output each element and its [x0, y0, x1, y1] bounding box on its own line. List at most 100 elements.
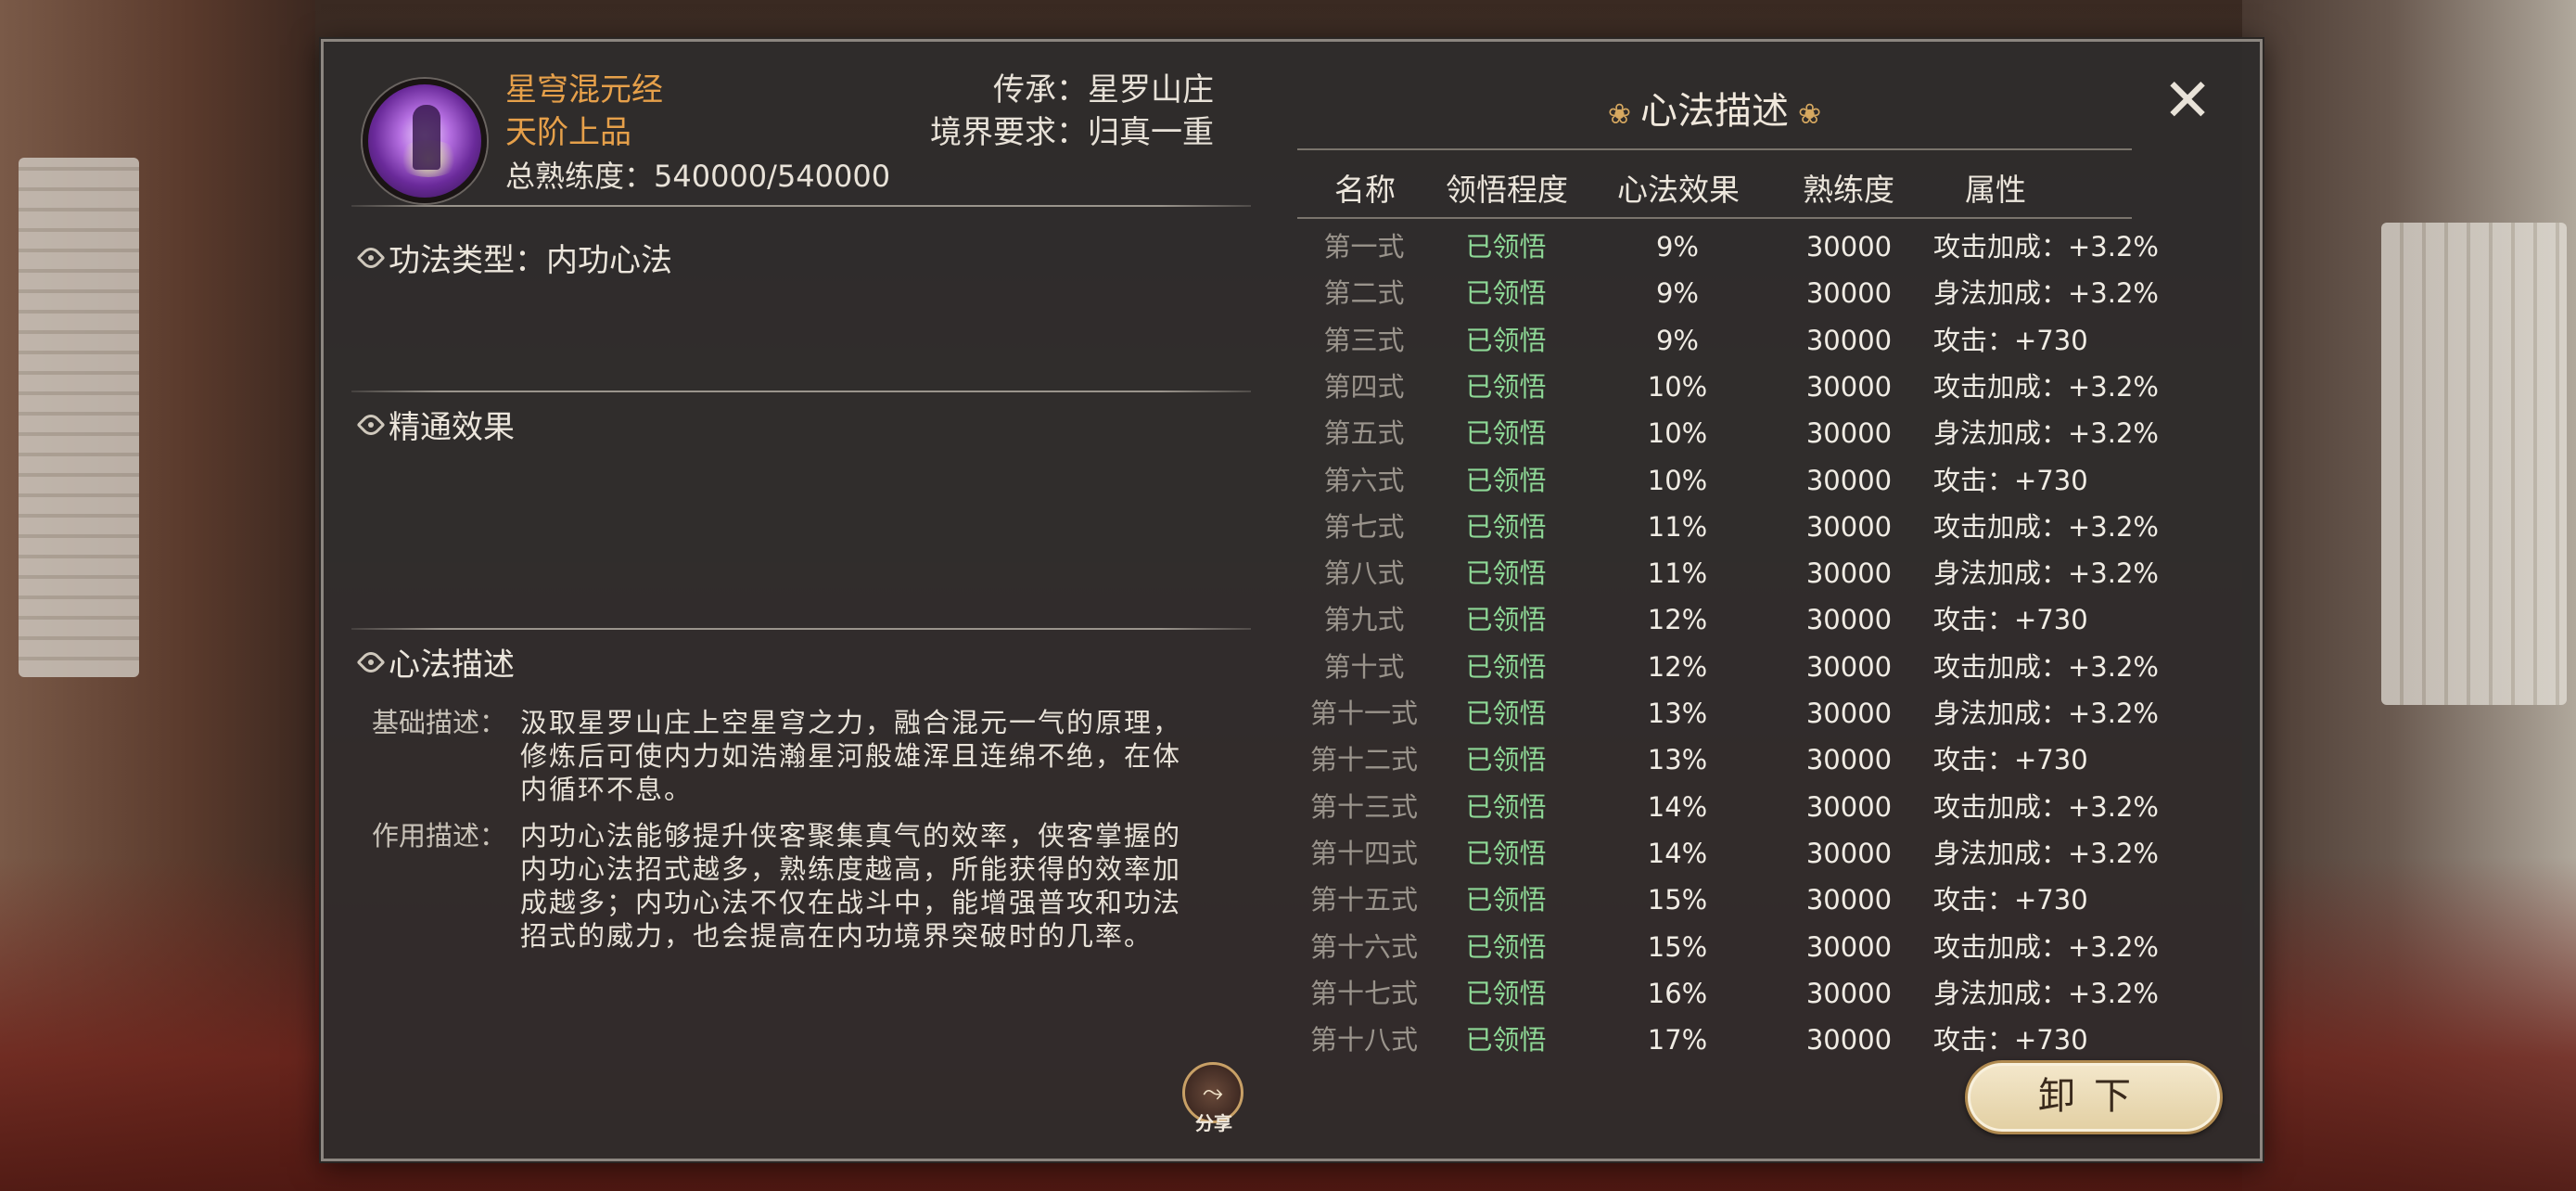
table-row: 第十一式 已领悟 13% 30000 身法加成：+3.2%	[1297, 690, 2265, 736]
effect-value: 17%	[1647, 1024, 1708, 1057]
table-row: 第十六式 已领悟 15% 30000 攻击加成：+3.2%	[1297, 924, 2265, 970]
effect-value: 11%	[1647, 510, 1708, 543]
proficiency-value: 30000	[1805, 837, 1893, 869]
proficiency-value: 30000	[1805, 650, 1893, 683]
table-row: 第十七式 已领悟 16% 30000 身法加成：+3.2%	[1297, 970, 2265, 1017]
effect-value: 12%	[1647, 604, 1708, 636]
attribute-value: 攻击：+730	[1933, 1024, 2088, 1057]
header-state: 领悟程度	[1446, 172, 1568, 208]
attribute-value: 攻击：+730	[1933, 884, 2088, 916]
usage-description-label: 作用描述：	[372, 820, 507, 852]
learned-state: 已领悟	[1465, 977, 1547, 1009]
technique-name: 第六式	[1323, 464, 1405, 496]
technique-name: 第八式	[1323, 557, 1405, 590]
technique-name: 第十七式	[1309, 977, 1418, 1009]
skill-type-line: 功法类型：内功心法	[356, 235, 672, 280]
table-row: 第九式 已领悟 12% 30000 攻击：+730	[1297, 596, 2265, 643]
share-label: 分享	[1195, 1112, 1232, 1134]
attribute-value: 攻击：+730	[1933, 324, 2088, 356]
effect-value: 15%	[1647, 930, 1708, 963]
learned-state: 已领悟	[1465, 277, 1547, 310]
table-row: 第十八式 已领悟 17% 30000 攻击：+730	[1297, 1017, 2265, 1063]
learned-state: 已领悟	[1465, 698, 1547, 729]
effect-value: 15%	[1647, 884, 1708, 916]
attribute-value: 身法加成：+3.2%	[1933, 417, 2159, 450]
usage-description: 作用描述： 内功心法能够提升侠客聚集真气的效率，侠客掌握的内功心法招式越多，熟练…	[372, 819, 1206, 953]
attribute-value: 身法加成：+3.2%	[1933, 977, 2159, 1009]
attribute-value: 攻击：+730	[1933, 464, 2088, 496]
table-row: 第十三式 已领悟 14% 30000 攻击加成：+3.2%	[1297, 784, 2265, 830]
attribute-value: 攻击加成：+3.2%	[1933, 231, 2159, 263]
proficiency-value: 30000	[1805, 604, 1893, 636]
attribute-value: 攻击加成：+3.2%	[1933, 370, 2159, 403]
effect-value: 11%	[1647, 557, 1708, 590]
technique-name: 第十五式	[1309, 884, 1418, 916]
mastery-title-text: 精通效果	[389, 409, 515, 446]
effect-value: 9%	[1655, 324, 1699, 356]
technique-name: 第十一式	[1309, 698, 1418, 729]
attribute-value: 身法加成：+3.2%	[1933, 837, 2159, 869]
technique-name: 第九式	[1323, 604, 1405, 636]
learned-state: 已领悟	[1465, 417, 1547, 450]
proficiency-value: 30000	[1805, 930, 1893, 963]
close-button[interactable]: ✕	[2150, 64, 2225, 138]
table-row: 第四式 已领悟 10% 30000 攻击加成：+3.2%	[1297, 364, 2265, 410]
technique-name: 第三式	[1323, 324, 1405, 356]
table-header: 名称 领悟程度 心法效果 熟练度 属性	[1297, 148, 2132, 219]
effect-value: 12%	[1647, 650, 1708, 683]
technique-name: 第十八式	[1309, 1024, 1418, 1057]
learned-state: 已领悟	[1465, 557, 1547, 590]
technique-name: 第一式	[1323, 231, 1405, 263]
proficiency-value: 30000	[1805, 884, 1893, 916]
table-row: 第五式 已领悟 10% 30000 身法加成：+3.2%	[1297, 410, 2265, 456]
section-mark-icon	[356, 647, 386, 677]
effect-value: 9%	[1655, 231, 1699, 263]
skill-avatar	[363, 79, 487, 203]
skill-grade: 天阶上品	[505, 114, 631, 151]
attribute-value: 攻击加成：+3.2%	[1933, 790, 2159, 823]
cloud-ornament-icon: ❀	[1607, 97, 1631, 131]
learned-state: 已领悟	[1465, 884, 1547, 916]
basic-description-text: 汲取星罗山庄上空星穹之力，融合混元一气的原理，修炼后可使内力如浩瀚星河般雄浑且连…	[520, 707, 1182, 805]
proficiency-value: 30000	[1805, 557, 1893, 590]
table-row: 第七式 已领悟 11% 30000 攻击加成：+3.2%	[1297, 504, 2265, 550]
learned-state: 已领悟	[1465, 324, 1547, 356]
unload-button[interactable]: 卸下	[1965, 1060, 2223, 1134]
learned-state: 已领悟	[1465, 604, 1547, 636]
description-title-text: 心法描述	[389, 647, 515, 684]
table-row: 第三式 已领悟 9% 30000 攻击：+730	[1297, 317, 2265, 364]
total-proficiency: 总熟练度：540000/540000	[505, 159, 891, 194]
header-effect: 心法效果	[1617, 172, 1740, 208]
technique-name: 第十四式	[1309, 837, 1418, 869]
learned-state: 已领悟	[1465, 370, 1547, 403]
technique-name: 第七式	[1323, 510, 1405, 543]
section-mark-icon	[356, 242, 386, 273]
divider	[351, 628, 1251, 630]
effect-value: 10%	[1647, 417, 1708, 450]
learned-state: 已领悟	[1465, 790, 1547, 823]
basic-description: 基础描述： 汲取星罗山庄上空星穹之力，融合混元一气的原理，修炼后可使内力如浩瀚星…	[372, 706, 1206, 806]
cloud-ornament-icon: ❀	[1798, 97, 1822, 131]
learned-state: 已领悟	[1465, 930, 1547, 963]
proficiency-value: 30000	[1805, 417, 1893, 450]
proficiency-value: 30000	[1805, 231, 1893, 263]
table-row: 第十五式 已领悟 15% 30000 攻击：+730	[1297, 877, 2265, 923]
section-mark-icon	[356, 409, 386, 440]
background-screen-left	[19, 158, 139, 677]
effect-value: 14%	[1647, 837, 1708, 869]
header-attr: 属性	[1965, 172, 2026, 208]
proficiency-value: 30000	[1805, 277, 1893, 310]
proficiency-value: 30000	[1805, 324, 1893, 356]
description-section-title: 心法描述	[356, 639, 515, 685]
learned-state: 已领悟	[1465, 650, 1547, 683]
technique-name: 第十三式	[1309, 790, 1418, 823]
proficiency-value: 30000	[1805, 1024, 1893, 1057]
realm-requirement: 境界要求：归真一重	[930, 114, 1214, 151]
proficiency-value: 30000	[1805, 744, 1893, 776]
technique-name: 第二式	[1323, 277, 1405, 310]
background-screen-right	[2381, 223, 2567, 705]
effect-value: 13%	[1647, 744, 1708, 776]
divider	[351, 391, 1251, 392]
header-proficiency: 熟练度	[1803, 172, 1894, 208]
proficiency-value: 30000	[1805, 464, 1893, 496]
